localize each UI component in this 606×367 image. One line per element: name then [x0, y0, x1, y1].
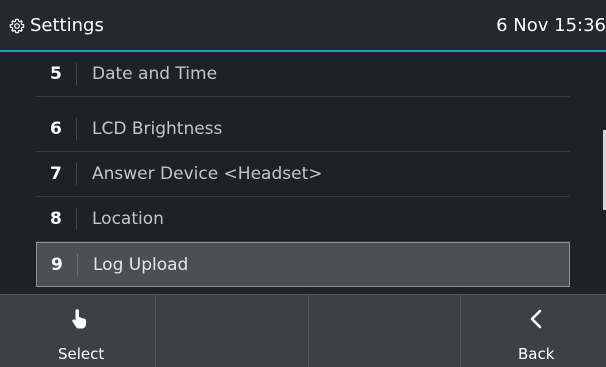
select-softkey[interactable]: Select — [0, 295, 156, 367]
divider — [76, 63, 77, 85]
divider — [76, 163, 77, 185]
menu-item-log-upload[interactable]: 9 Log Upload — [36, 242, 570, 287]
menu-item-lcd-brightness[interactable]: 6 LCD Brightness — [36, 107, 570, 152]
empty-softkey-2[interactable] — [156, 295, 309, 367]
touch-hand-icon — [72, 309, 87, 329]
menu-item-number: 7 — [50, 164, 62, 184]
menu-item-number: 6 — [50, 119, 62, 139]
menu-item-number: 5 — [50, 64, 62, 84]
phone-screen: Settings 6 Nov 15:36 5 Date and Time 6 L… — [0, 0, 606, 367]
menu-item-label: Answer Device <Headset> — [92, 164, 323, 184]
menu-item-label: LCD Brightness — [92, 119, 223, 139]
empty-softkey-3[interactable] — [309, 295, 461, 367]
page-title: Settings — [30, 15, 104, 36]
softkey-label: Select — [58, 345, 105, 363]
back-softkey[interactable]: Back — [461, 295, 606, 367]
menu-item-label: Log Upload — [93, 255, 189, 275]
menu-item-number: 8 — [50, 209, 62, 229]
title-bar: Settings 6 Nov 15:36 — [0, 0, 606, 52]
date-time: 6 Nov 15:36 — [496, 15, 606, 36]
divider — [76, 118, 77, 140]
divider — [76, 208, 77, 230]
divider — [77, 254, 78, 276]
softkey-bar: Select Back — [0, 294, 606, 367]
chevron-left-icon — [530, 309, 542, 329]
settings-menu-list: 5 Date and Time 6 LCD Brightness 7 Answe… — [0, 52, 606, 294]
menu-item-answer-device[interactable]: 7 Answer Device <Headset> — [36, 152, 570, 197]
menu-item-number: 9 — [51, 255, 63, 275]
menu-item-label: Location — [92, 209, 164, 229]
menu-item-date-and-time[interactable]: 5 Date and Time — [36, 52, 570, 97]
gear-icon — [9, 18, 25, 34]
softkey-label: Back — [518, 345, 555, 363]
menu-item-location[interactable]: 8 Location — [36, 197, 570, 242]
menu-item-label: Date and Time — [92, 64, 218, 84]
